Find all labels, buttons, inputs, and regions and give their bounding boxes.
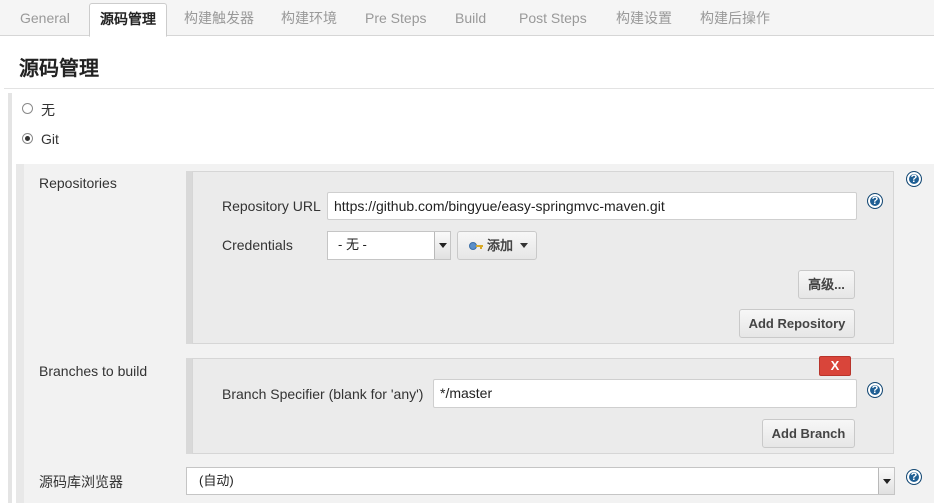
add-branch-button[interactable]: Add Branch (762, 419, 855, 448)
credentials-label: Credentials (222, 237, 293, 253)
tab-build-triggers[interactable]: 构建触发器 (184, 0, 254, 36)
repository-browser-label: 源码库浏览器 (39, 474, 123, 490)
caret-down-icon (520, 243, 528, 248)
repositories-help-icon[interactable]: ? (906, 171, 922, 187)
add-credentials-label: 添加 (487, 238, 514, 253)
git-config-bar (16, 164, 24, 503)
repositories-label: Repositories (39, 175, 117, 191)
tab-scm[interactable]: 源码管理 (89, 3, 167, 37)
scm-git-label: Git (41, 131, 59, 147)
credentials-select-value: - 无 - (338, 237, 367, 252)
tab-post-steps[interactable]: Post Steps (519, 0, 587, 36)
scm-none-label: 无 (41, 102, 55, 118)
repository-url-input[interactable]: https://github.com/bingyue/easy-springmv… (327, 192, 857, 220)
repository-url-help-icon[interactable]: ? (867, 193, 883, 209)
branches-label: Branches to build (39, 363, 148, 379)
tab-build-environment[interactable]: 构建环境 (281, 0, 337, 36)
delete-branch-button[interactable]: X (819, 356, 851, 376)
branch-specifier-label: Branch Specifier (blank for 'any') (222, 386, 424, 402)
tab-post-build-actions[interactable]: 构建后操作 (700, 0, 770, 36)
repository-browser-help-icon[interactable]: ? (906, 469, 922, 485)
branch-specifier-input[interactable]: */master (433, 379, 857, 408)
section-left-bar (8, 93, 12, 503)
chevron-down-icon[interactable] (434, 232, 450, 259)
section-title: 源码管理 (19, 58, 99, 80)
repository-browser-select[interactable]: (自动) (186, 467, 895, 495)
key-icon (469, 242, 483, 250)
add-credentials-button[interactable]: 添加 (457, 231, 537, 260)
tab-build[interactable]: Build (455, 0, 486, 36)
scm-none-radio[interactable] (22, 103, 33, 114)
credentials-select[interactable]: - 无 - (327, 231, 451, 260)
repository-url-label: Repository URL (222, 198, 321, 214)
tab-general[interactable]: General (20, 0, 70, 36)
chevron-down-icon[interactable] (878, 468, 894, 494)
section-divider (4, 88, 934, 89)
branch-specifier-help-icon[interactable]: ? (867, 382, 883, 398)
scm-git-radio[interactable] (22, 133, 33, 144)
advanced-button[interactable]: 高级... (798, 270, 855, 299)
add-repository-button[interactable]: Add Repository (739, 309, 855, 338)
tab-build-settings[interactable]: 构建设置 (616, 0, 672, 36)
tab-pre-steps[interactable]: Pre Steps (365, 0, 426, 36)
repository-browser-select-value: (自动) (199, 473, 234, 488)
